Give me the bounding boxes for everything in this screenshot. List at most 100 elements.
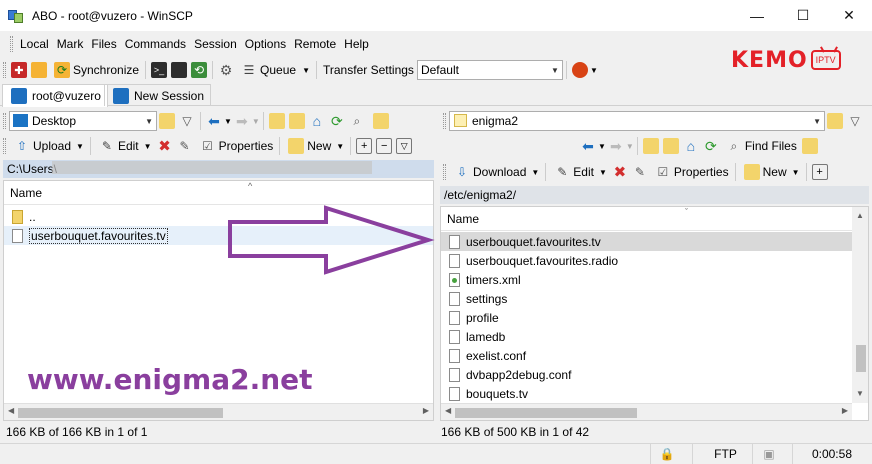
main-toolbar: ✚ ⟳ Synchronize >_ ⟲ ⚙ ☰ Queue ▼ Transfe… <box>0 57 720 83</box>
left-edit-button[interactable]: ✎ Edit ▼ <box>94 135 155 157</box>
close-button[interactable]: ✕ <box>826 0 872 31</box>
open-folder-icon[interactable] <box>827 113 843 129</box>
delete-icon[interactable]: ✖ <box>157 138 173 155</box>
list-item[interactable]: userbouquet.favourites.tv <box>441 232 852 251</box>
filter-icon[interactable]: ▽ <box>396 138 413 154</box>
parent-directory-icon[interactable] <box>268 113 285 129</box>
list-item[interactable]: profile <box>441 308 852 327</box>
menu-local[interactable]: Local <box>16 34 53 54</box>
tab-new-session[interactable]: New Session <box>104 84 212 106</box>
scroll-up-icon[interactable]: ▲ <box>856 211 864 220</box>
select-all-icon[interactable]: + <box>356 138 373 154</box>
tree-icon[interactable] <box>372 113 389 129</box>
compare-directories-icon[interactable]: ✚ <box>11 62 27 78</box>
preferences-icon[interactable] <box>571 62 588 78</box>
list-item[interactable]: bouquets.tv <box>441 384 852 403</box>
filter-icon[interactable]: ▽ <box>847 113 863 129</box>
download-button[interactable]: ⇩ Download ▼ <box>449 161 542 183</box>
sync-browse-icon[interactable] <box>31 62 47 78</box>
select-all-icon[interactable]: + <box>811 164 828 180</box>
right-edit-button[interactable]: ✎ Edit ▼ <box>549 161 610 183</box>
transfer-settings-select[interactable]: Default ▼ <box>416 60 563 80</box>
rename-icon[interactable]: ✎ <box>177 138 193 154</box>
unselect-icon[interactable]: − <box>376 138 393 154</box>
right-name-column-header[interactable]: Name ˇ <box>441 207 868 231</box>
list-item[interactable]: dvbapp2debug.conf <box>441 365 852 384</box>
left-horizontal-scrollbar[interactable]: ◀ ▶ <box>4 403 433 420</box>
scroll-right-icon[interactable]: ▶ <box>842 406 848 415</box>
menu-options[interactable]: Options <box>241 34 290 54</box>
find-icon: ⌕ <box>730 138 738 153</box>
toolbar-separator <box>279 137 281 155</box>
home-icon[interactable]: ⌂ <box>683 138 699 154</box>
queue-button[interactable]: ☰ Queue ▼ <box>236 59 313 81</box>
left-name-column-header[interactable]: Name ^ <box>4 181 433 205</box>
gear-icon[interactable]: ⚙ <box>218 62 234 78</box>
menu-commands[interactable]: Commands <box>121 34 190 54</box>
refresh-session-icon[interactable]: ⟲ <box>191 62 208 78</box>
menu-remote[interactable]: Remote <box>290 34 340 54</box>
scroll-down-icon[interactable]: ▼ <box>856 389 864 398</box>
find-files-button[interactable]: ⌕ Find Files <box>721 135 800 157</box>
list-item[interactable]: timers.xml <box>441 270 852 289</box>
refresh-icon[interactable]: ⟳ <box>703 138 719 154</box>
delete-icon[interactable]: ✖ <box>612 164 628 181</box>
chevron-down-icon[interactable]: ▼ <box>626 142 634 151</box>
back-arrow-icon[interactable]: ⬅ <box>580 138 596 154</box>
maximize-button[interactable]: ☐ <box>780 0 826 31</box>
right-vertical-scrollbar[interactable]: ▲ ▼ <box>852 207 868 403</box>
minimize-button[interactable]: — <box>734 0 780 31</box>
menu-help[interactable]: Help <box>340 34 373 54</box>
synchronize-button[interactable]: ⟳ Synchronize <box>49 59 142 81</box>
chevron-down-icon[interactable]: ▼ <box>590 66 598 75</box>
list-item[interactable]: exelist.conf <box>441 346 852 365</box>
list-item[interactable]: settings <box>441 289 852 308</box>
scroll-left-icon[interactable]: ◀ <box>8 406 14 415</box>
forward-arrow-icon[interactable]: ➡ <box>234 113 250 129</box>
chevron-down-icon[interactable]: ▼ <box>598 142 606 151</box>
parent-directory-icon[interactable] <box>642 138 659 154</box>
open-folder-icon[interactable] <box>159 113 175 129</box>
right-horizontal-scrollbar[interactable]: ◀ ▶ <box>441 403 852 420</box>
list-item[interactable]: lamedb <box>441 327 852 346</box>
menu-grip[interactable] <box>10 36 13 52</box>
upload-button[interactable]: ⇧ Upload ▼ <box>9 135 87 157</box>
home-icon[interactable]: ⌂ <box>309 113 325 129</box>
scroll-thumb[interactable] <box>856 345 866 372</box>
right-nav-toolbar: ⬅ ▼ ➡ ▼ ⌂ ⟳ ⌕ Find Files <box>578 133 872 159</box>
kemo-iptv-logo: KEMO IPTV <box>731 44 841 78</box>
scroll-right-icon[interactable]: ▶ <box>423 406 429 415</box>
find-icon[interactable]: ⌕ <box>349 113 365 129</box>
list-item[interactable]: userbouquet.favourites.radio <box>441 251 852 270</box>
console-icon[interactable]: >_ <box>151 62 168 78</box>
list-item[interactable]: userbouquet.favourites.tv <box>4 226 433 245</box>
refresh-icon[interactable]: ⟳ <box>329 113 345 129</box>
scroll-thumb[interactable] <box>455 408 637 418</box>
menu-mark[interactable]: Mark <box>53 34 88 54</box>
putty-icon[interactable] <box>171 62 188 78</box>
filter-icon[interactable]: ▽ <box>179 113 195 129</box>
file-icon <box>449 348 460 363</box>
forward-arrow-icon[interactable]: ➡ <box>608 138 624 154</box>
rename-icon[interactable]: ✎ <box>632 164 648 180</box>
chevron-down-icon[interactable]: ▼ <box>224 117 232 126</box>
scroll-thumb[interactable] <box>18 408 223 418</box>
right-location-select[interactable]: enigma2 ▼ <box>449 111 825 131</box>
right-new-button[interactable]: New ▼ <box>739 161 803 183</box>
tab-root-vuzero[interactable]: root@vuzero <box>2 84 108 107</box>
right-file-list[interactable]: Name ˇ userbouquet.favourites.tv userbou… <box>440 206 869 421</box>
left-location-select[interactable]: Desktop ▼ <box>9 111 157 131</box>
chevron-down-icon: ▼ <box>336 141 345 151</box>
back-arrow-icon[interactable]: ⬅ <box>206 113 222 129</box>
tree-icon[interactable] <box>801 138 818 154</box>
root-directory-icon[interactable] <box>288 113 305 129</box>
list-item[interactable]: .. <box>4 207 433 226</box>
menu-session[interactable]: Session <box>190 34 241 54</box>
left-properties-button[interactable]: ☑ Properties <box>195 135 277 157</box>
scroll-left-icon[interactable]: ◀ <box>445 406 451 415</box>
left-new-button[interactable]: New ▼ <box>283 135 347 157</box>
menu-files[interactable]: Files <box>87 34 120 54</box>
right-properties-button[interactable]: ☑ Properties <box>650 161 732 183</box>
root-directory-icon[interactable] <box>662 138 679 154</box>
chevron-down-icon[interactable]: ▼ <box>252 117 260 126</box>
